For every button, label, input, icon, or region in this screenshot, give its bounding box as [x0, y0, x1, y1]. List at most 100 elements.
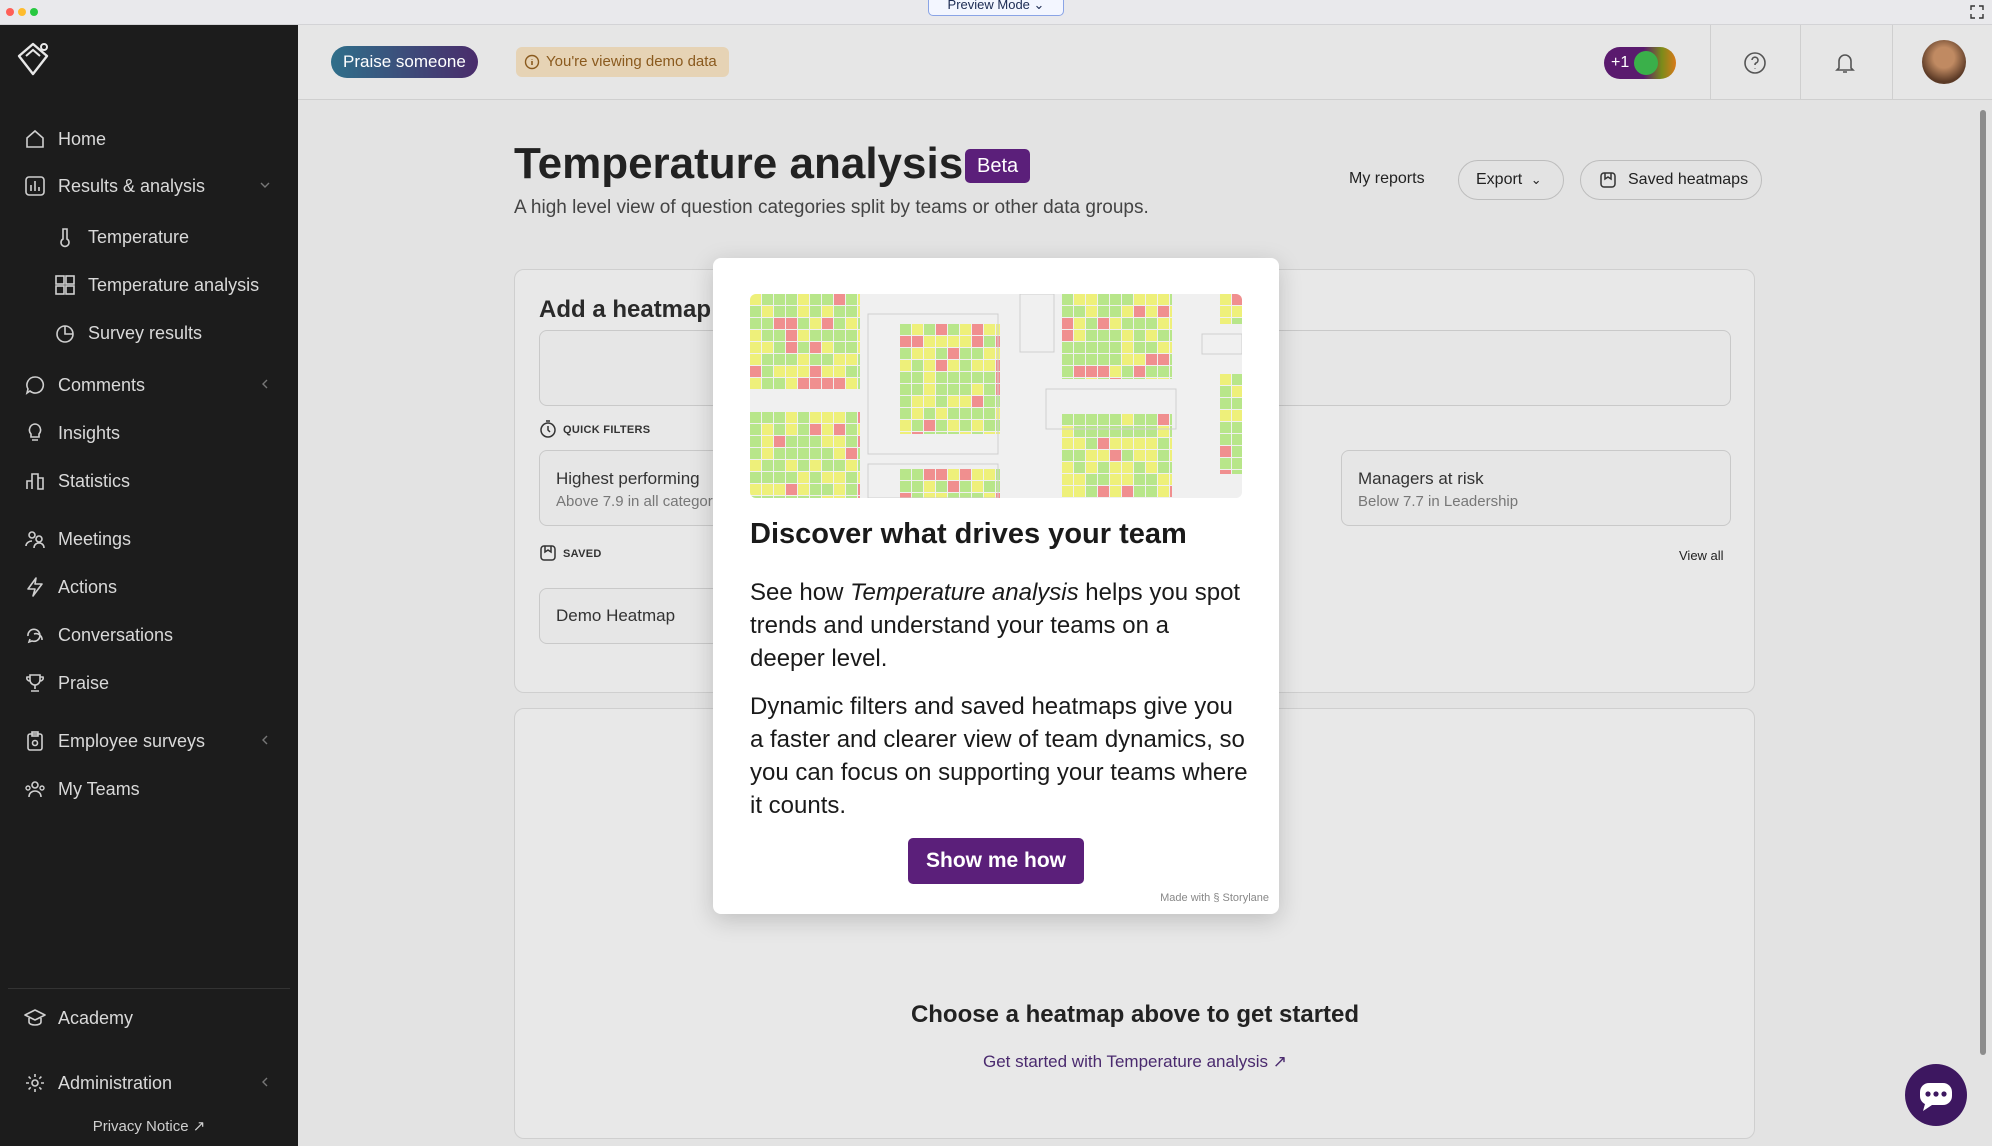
heatmap-cell — [798, 306, 809, 317]
quick-filter-subtitle: Below 7.7 in Leadership — [1358, 493, 1519, 510]
heatmap-cell — [750, 436, 761, 447]
sidebar-item-survey-results[interactable]: Survey results — [52, 313, 278, 353]
praise-someone-button[interactable]: Praise someone — [331, 46, 478, 78]
heatmap-cell — [858, 448, 860, 459]
scrollbar[interactable] — [1980, 110, 1986, 1055]
sidebar-item-academy[interactable]: Academy — [22, 998, 278, 1038]
heatmap-cell — [948, 360, 959, 371]
heatmap-cell — [1098, 450, 1109, 461]
heatmap-cell — [858, 378, 860, 389]
sidebar-item-label: Insights — [58, 422, 121, 443]
heatmap-cell — [1134, 366, 1145, 377]
sidebar-item-temperature[interactable]: Temperature — [52, 217, 278, 257]
maximize-window-button[interactable] — [30, 8, 38, 16]
heatmap-cell — [810, 448, 821, 459]
view-all-link[interactable]: View all — [1679, 548, 1724, 563]
heatmap-cell — [1220, 318, 1231, 324]
topbar-divider — [1800, 25, 1801, 100]
graduation-cap-icon — [22, 1005, 48, 1031]
heatmap-cell — [1134, 414, 1145, 425]
sidebar-item-my-teams[interactable]: My Teams — [22, 769, 278, 809]
heatmap-cell — [786, 436, 797, 447]
sidebar-item-conversations[interactable]: Conversations — [22, 615, 278, 655]
heatmap-cell — [822, 354, 833, 365]
heatmap-cell — [1122, 294, 1133, 305]
sidebar-item-praise[interactable]: Praise — [22, 663, 278, 703]
heatmap-cell — [1062, 486, 1073, 497]
heatmap-cell — [762, 378, 773, 389]
heatmap-cell — [984, 408, 995, 419]
heatmap-cell — [912, 493, 923, 498]
export-label: Export — [1476, 171, 1523, 188]
close-window-button[interactable] — [6, 8, 14, 16]
sidebar-item-label: Employee surveys — [58, 730, 206, 751]
sidebar-item-results-analysis[interactable]: Results & analysis — [22, 166, 278, 206]
heatmap-cell — [972, 396, 983, 407]
heatmap-cell — [774, 484, 785, 495]
heatmap-cell — [1220, 422, 1231, 433]
heatmap-cell — [984, 396, 995, 407]
heatmap-cell — [972, 348, 983, 359]
sidebar-item-insights[interactable]: Insights — [22, 413, 278, 453]
privacy-notice-link[interactable]: Privacy Notice ↗ — [0, 1117, 298, 1135]
heatmap-cell — [936, 493, 947, 498]
heatmap-cell — [846, 342, 857, 353]
heatmap-cell — [858, 460, 860, 471]
heatmap-cell — [822, 306, 833, 317]
heatmap-cell — [924, 432, 935, 434]
sidebar-item-meetings[interactable]: Meetings — [22, 519, 278, 559]
heatmap-cell — [912, 420, 923, 431]
sidebar-item-actions[interactable]: Actions — [22, 567, 278, 607]
praise-points-pill[interactable]: +1 — [1604, 47, 1676, 79]
heatmap-cell — [762, 294, 773, 305]
saved-heatmap-item[interactable]: Demo Heatmap — [539, 588, 739, 644]
heatmap-cell — [750, 412, 761, 423]
heatmap-cell — [1086, 330, 1097, 341]
get-started-link[interactable]: Get started with Temperature analysis ↗ — [515, 1052, 1755, 1072]
external-link-icon: ↗ — [1272, 1052, 1288, 1071]
sidebar-item-comments[interactable]: Comments — [22, 365, 278, 405]
sidebar-item-employee-surveys[interactable]: Employee surveys — [22, 721, 278, 761]
preview-mode-dropdown[interactable]: Preview Mode ⌄ — [928, 0, 1064, 16]
help-icon[interactable] — [1742, 50, 1768, 76]
saved-heatmaps-button[interactable]: Saved heatmaps — [1580, 160, 1762, 200]
heatmap-cell — [1086, 306, 1097, 317]
heatmap-cell — [846, 354, 857, 365]
quick-filter-title: Managers at risk — [1358, 469, 1484, 488]
sidebar-item-temperature-analysis[interactable]: Temperature analysis — [52, 265, 278, 305]
show-me-how-button[interactable]: Show me how — [908, 838, 1084, 884]
heatmap-cell — [1220, 434, 1231, 445]
heatmap-cell — [798, 472, 809, 483]
heatmap-cell — [834, 448, 845, 459]
heatmap-cell — [1074, 306, 1085, 317]
sidebar-item-home[interactable]: Home — [22, 119, 278, 159]
export-button[interactable]: Export ⌄ — [1458, 160, 1564, 200]
heatmap-cell — [858, 306, 860, 317]
heatmap-cell — [750, 460, 761, 471]
app-logo-icon[interactable] — [14, 40, 52, 78]
heatmap-cell — [750, 448, 761, 459]
fullscreen-icon[interactable] — [1970, 5, 1984, 19]
heatmap-cell — [774, 472, 785, 483]
heatmap-cell — [1158, 450, 1169, 461]
heatmap-cell — [984, 493, 995, 498]
my-reports-link[interactable]: My reports — [1349, 170, 1425, 188]
heatmap-cell — [1062, 426, 1073, 437]
heatmap-cell — [798, 424, 809, 435]
heatmap-cell — [1062, 306, 1073, 317]
heatmap-cell — [1158, 294, 1169, 305]
heatmap-cell — [822, 318, 833, 329]
quick-filter-highest-performing[interactable]: Highest performing Above 7.9 in all cate… — [539, 450, 739, 526]
sidebar-item-administration[interactable]: Administration — [22, 1063, 278, 1103]
saved-heatmaps-label: Saved heatmaps — [1628, 171, 1749, 188]
heatmap-cell — [972, 493, 983, 498]
illustration-panel — [1019, 294, 1055, 353]
heatmap-cell — [762, 354, 773, 365]
bell-icon[interactable] — [1832, 50, 1858, 76]
chat-button[interactable] — [1905, 1064, 1967, 1126]
sidebar-item-statistics[interactable]: Statistics — [22, 461, 278, 501]
heatmap-cell — [858, 496, 860, 498]
avatar[interactable] — [1922, 40, 1966, 84]
minimize-window-button[interactable] — [18, 8, 26, 16]
quick-filter-managers-at-risk[interactable]: Managers at risk Below 7.7 in Leadership — [1341, 450, 1731, 526]
